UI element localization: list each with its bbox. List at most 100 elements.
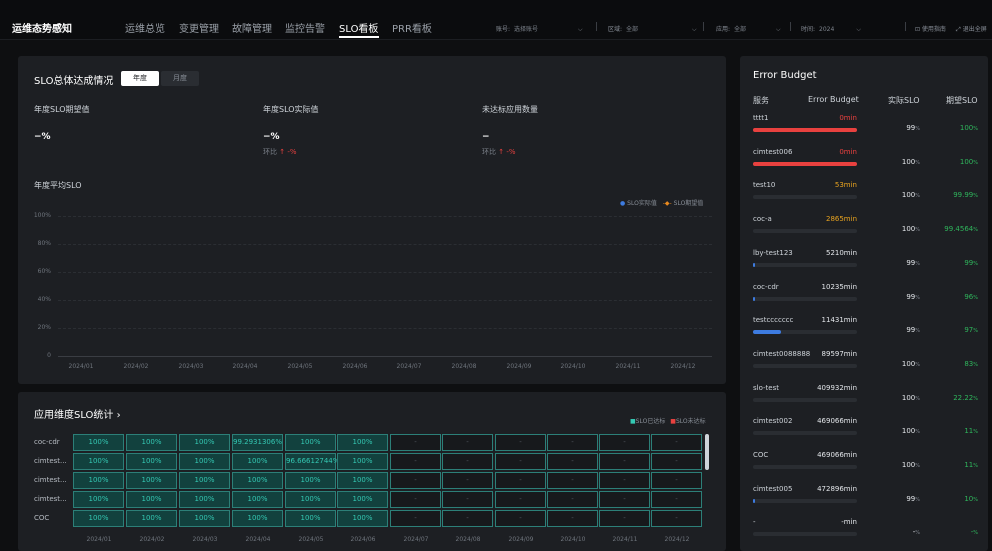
slo-cell[interactable]: 100% (337, 453, 388, 470)
slo-cell[interactable]: - (651, 472, 702, 489)
budget-bar (753, 262, 857, 267)
month-label: 2024/11 (612, 536, 638, 543)
slo-cell[interactable]: - (547, 472, 598, 489)
budget-value: -min (841, 518, 857, 527)
slo-cell[interactable]: 100% (126, 510, 177, 527)
filter-app[interactable]: 应用: 全部 ⌵ (716, 24, 781, 34)
slo-cell[interactable]: - (495, 434, 546, 451)
actual-slo: 100% (901, 225, 920, 234)
tab-month[interactable]: 月度 (161, 71, 199, 86)
slo-cell[interactable]: 100% (126, 453, 177, 470)
slo-cell[interactable]: - (442, 491, 493, 508)
grid-line (58, 244, 712, 245)
slo-cell[interactable]: - (390, 434, 441, 451)
slo-cell[interactable]: - (547, 491, 598, 508)
app-slo-title[interactable]: 应用维度SLO统计 › (34, 406, 121, 421)
nav-slo[interactable]: SLO看板 (339, 20, 378, 35)
actual-slo: 100% (901, 461, 920, 469)
slo-cell[interactable]: 100% (73, 453, 124, 470)
slo-cell[interactable]: - (442, 472, 493, 489)
service-name[interactable]: coc-cdr (753, 283, 779, 291)
slo-cell[interactable]: 100% (337, 510, 388, 527)
slo-cell[interactable]: 100% (126, 434, 177, 451)
slo-cell[interactable]: - (495, 491, 546, 508)
slo-cell[interactable]: - (547, 510, 598, 527)
slo-cell[interactable]: 100% (179, 491, 230, 508)
slo-cell[interactable]: - (495, 453, 546, 470)
actual-slo: 100% (901, 359, 920, 368)
nav-prr[interactable]: PRR看板 (392, 20, 432, 35)
slo-cell[interactable]: 100% (179, 453, 230, 470)
nav-incident[interactable]: 故障管理 (232, 20, 272, 35)
slo-cell[interactable]: 100% (73, 491, 124, 508)
slo-cell[interactable]: - (547, 434, 598, 451)
expected-slo: 83% (964, 359, 978, 368)
exit-fullscreen-link[interactable]: ⤢ 退出全屏 (956, 24, 987, 34)
nav-overview[interactable]: 运维总览 (125, 20, 165, 35)
slo-cell[interactable]: 100% (179, 434, 230, 451)
slo-cell[interactable]: 100% (337, 472, 388, 489)
slo-cell[interactable]: - (599, 472, 650, 489)
service-name[interactable]: tttt1 (753, 114, 768, 122)
service-name[interactable]: coc-a (753, 215, 772, 223)
slo-cell[interactable]: - (599, 491, 650, 508)
service-name[interactable]: lby-test123 (753, 249, 793, 257)
slo-cell[interactable]: 96.66612744% (285, 453, 339, 470)
slo-cell[interactable]: 100% (179, 472, 230, 489)
filter-account[interactable]: 账号: 选择账号 ⌵ (496, 24, 583, 34)
filter-time[interactable]: 时间: 2024 ⌵ (801, 24, 861, 34)
slo-cell[interactable]: - (547, 453, 598, 470)
filter-region[interactable]: 区域: 全部 ⌵ (608, 24, 697, 34)
missed-mom-value: ↑ -% (498, 148, 516, 156)
service-name[interactable]: cimtest002 (753, 417, 792, 425)
help-link[interactable]: ⊡ 使用指南 (915, 24, 946, 33)
slo-cell[interactable]: - (651, 453, 702, 470)
budget-bar-fill (753, 498, 756, 503)
slo-cell[interactable]: 100% (232, 510, 283, 527)
slo-cell[interactable]: - (495, 472, 546, 489)
slo-cell[interactable]: - (442, 510, 493, 527)
slo-cell[interactable]: 100% (337, 491, 388, 508)
slo-cell[interactable]: - (390, 453, 441, 470)
slo-cell[interactable]: 100% (179, 510, 230, 527)
slo-cell[interactable]: 100% (285, 472, 336, 489)
slo-cell[interactable]: 100% (73, 434, 124, 451)
nav-change[interactable]: 变更管理 (179, 20, 219, 35)
slo-cell[interactable]: 100% (73, 510, 124, 527)
slo-cell[interactable]: 100% (232, 491, 283, 508)
slo-cell[interactable]: - (442, 453, 493, 470)
slo-cell[interactable]: - (390, 510, 441, 527)
service-name[interactable]: cimtest006 (753, 148, 792, 156)
slo-cell[interactable]: 100% (232, 472, 283, 489)
service-name[interactable]: testccccccc (753, 316, 793, 324)
slo-cell[interactable]: - (651, 434, 702, 451)
slo-cell[interactable]: - (390, 491, 441, 508)
service-name[interactable]: test10 (753, 181, 775, 189)
slo-cell[interactable]: 100% (73, 472, 124, 489)
slo-cell[interactable]: 100% (285, 434, 336, 451)
slo-cell[interactable]: - (651, 510, 702, 527)
service-name[interactable]: COC (753, 451, 768, 459)
slo-cell[interactable]: - (495, 510, 546, 527)
slo-cell[interactable]: 100% (232, 453, 283, 470)
slo-cell[interactable]: 99.2931306% (232, 434, 283, 451)
actual-slo: 100% (901, 191, 920, 200)
slo-cell[interactable]: 100% (285, 491, 336, 508)
service-name[interactable]: slo-test (753, 384, 779, 392)
service-name[interactable]: cimtest005 (753, 485, 792, 493)
tab-year[interactable]: 年度 (121, 71, 159, 86)
service-name[interactable]: - (753, 518, 756, 526)
slo-cell[interactable]: - (599, 510, 650, 527)
slo-cell[interactable]: 100% (126, 472, 177, 489)
slo-cell[interactable]: 100% (285, 510, 336, 527)
grid-scrollbar[interactable] (705, 434, 709, 470)
slo-cell[interactable]: - (442, 434, 493, 451)
slo-cell[interactable]: - (599, 453, 650, 470)
slo-cell[interactable]: - (599, 434, 650, 451)
nav-alarm[interactable]: 监控告警 (285, 20, 325, 35)
slo-cell[interactable]: - (651, 491, 702, 508)
slo-cell[interactable]: 100% (126, 491, 177, 508)
slo-cell[interactable]: - (390, 472, 441, 489)
slo-cell[interactable]: 100% (337, 434, 388, 451)
x-tick: 2024/10 (560, 363, 586, 370)
